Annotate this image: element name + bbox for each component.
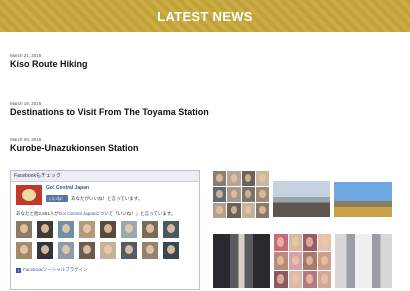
facebook-page-thumbnail[interactable] [16,185,42,205]
count-prefix: あなたと他2,661人が [16,211,59,216]
fan-avatar[interactable] [100,242,116,259]
photo-thumbnail-airplane[interactable] [273,181,330,217]
news-item[interactable]: March 21, 2015 Kiso Route Hiking [10,53,88,70]
facebook-icon: f [16,267,21,273]
news-item[interactable]: March 09, 2015 Kurobe-Unazukionsen Stati… [10,137,139,154]
fan-avatar[interactable] [121,221,137,238]
banner-title: LATEST NEWS [157,8,253,24]
facebook-box-header: Facebookもチェック [11,171,199,182]
facebook-plugin-footer[interactable]: f Facebookソーシャルプラグイン [16,267,88,273]
fan-avatar[interactable] [163,242,179,259]
news-title-link[interactable]: Destinations to Visit From The Toyama St… [10,107,209,118]
news-item[interactable]: March 19, 2015 Destinations to Visit Fro… [10,101,209,118]
count-page-link[interactable]: Go! Central Japan [59,211,96,216]
photo-thumbnail-hallway[interactable] [335,234,392,288]
news-title-link[interactable]: Kurobe-Unazukionsen Station [10,143,139,154]
fan-avatar[interactable] [58,221,74,238]
facebook-page-name-link[interactable]: Go! Central Japan [46,185,89,191]
count-suffix: について「いいね！」と言っています。 [95,211,176,216]
fan-avatar[interactable] [142,242,158,259]
facebook-like-count: あなたと他2,661人がGo! Central Japanについて「いいね！」と… [16,211,176,217]
latest-news-banner: LATEST NEWS [0,0,410,32]
facebook-plugin-label: Facebookソーシャルプラグイン [23,267,88,272]
fan-avatar[interactable] [37,242,53,259]
photo-thumbnail-group[interactable] [274,234,331,288]
facebook-like-status: あなたがいいね！と言っています。 [71,196,143,201]
fan-avatar[interactable] [58,242,74,259]
facebook-like-box: Facebookもチェック Go! Central Japan いいね！ あなた… [10,170,200,290]
fan-avatar[interactable] [16,242,32,259]
fan-avatar[interactable] [142,221,158,238]
fan-faces-grid [16,221,192,259]
news-title-link[interactable]: Kiso Route Hiking [10,59,88,70]
fan-avatar[interactable] [79,242,95,259]
fan-avatar[interactable] [100,221,116,238]
photo-thumbnail-landscape[interactable] [334,182,392,217]
facebook-like-button[interactable]: いいね！ [46,195,68,202]
fan-avatar[interactable] [79,221,95,238]
fan-avatar[interactable] [37,221,53,238]
photo-thumbnail-collage[interactable] [213,171,269,218]
fan-avatar[interactable] [163,221,179,238]
fan-avatar[interactable] [121,242,137,259]
fan-avatar[interactable] [16,221,32,238]
photo-thumbnail-station[interactable] [213,234,270,288]
